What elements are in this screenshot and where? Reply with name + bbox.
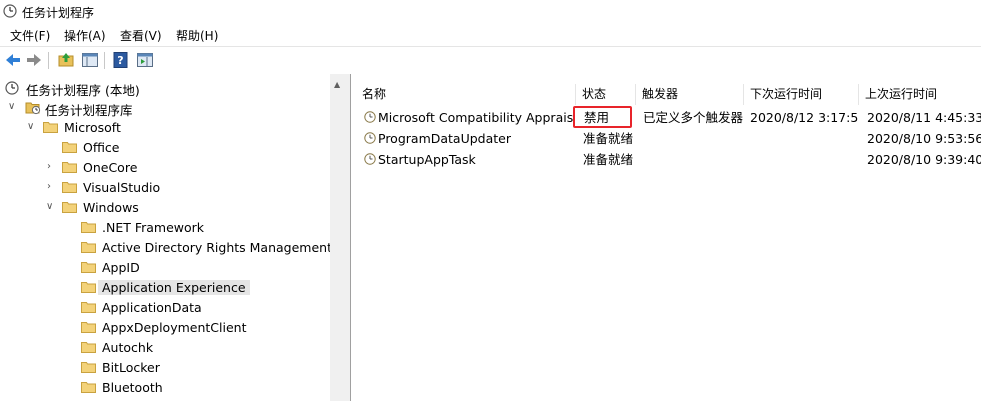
- window-title: 任务计划程序: [22, 6, 95, 20]
- folder-icon: [81, 362, 96, 373]
- help-icon[interactable]: ?: [112, 51, 130, 69]
- chevron-down-icon[interactable]: ∨: [27, 121, 37, 133]
- tree-item-onecore[interactable]: › OneCore: [0, 158, 330, 178]
- tree-item-child[interactable]: Active Directory Rights Management Se: [0, 238, 346, 258]
- task-list-header: 名称 状态 触发器 下次运行时间 上次运行时间: [356, 84, 981, 105]
- folder-icon: [81, 222, 96, 233]
- task-scheduler-clock-icon: [3, 4, 17, 18]
- tree-child-label: AppxDeploymentClient: [102, 320, 247, 335]
- folder-icon: [62, 162, 77, 173]
- title-bar: 任务计划程序: [0, 0, 981, 23]
- tree-item-library[interactable]: ∨ 任务计划程序库: [0, 98, 330, 118]
- chevron-right-icon[interactable]: ›: [47, 181, 57, 193]
- toolbar: ?: [0, 46, 981, 75]
- tree-item-visualstudio[interactable]: › VisualStudio: [0, 178, 330, 198]
- tree-child-label: Autochk: [102, 340, 154, 355]
- folder-icon: [62, 182, 77, 193]
- status-highlight-annotation: [573, 106, 632, 128]
- task-next-run: 2020/8/12 3:17:54: [750, 110, 858, 125]
- task-trigger: [643, 149, 743, 170]
- folder-icon: [62, 202, 77, 213]
- folder-icon: [81, 322, 96, 333]
- task-name: StartupAppTask: [378, 152, 476, 167]
- table-row[interactable]: ProgramDataUpdater 准备就绪 2020/8/10 9:53:5…: [356, 128, 981, 149]
- tree-microsoft-label: Microsoft: [64, 120, 121, 135]
- tree-child-label-selected: Application Experience: [98, 280, 250, 295]
- tree-item-windows[interactable]: ∨ Windows: [0, 198, 330, 218]
- menu-action[interactable]: 操作(A): [63, 27, 107, 44]
- tree-item-child[interactable]: .NET Framework: [0, 218, 330, 238]
- task-next-run: [750, 149, 858, 170]
- forward-arrow-icon[interactable]: [25, 51, 43, 69]
- clock-icon: [5, 81, 19, 95]
- task-status: 准备就绪: [583, 152, 634, 167]
- folder-icon: [43, 122, 58, 133]
- tree-child-label: .NET Framework: [102, 220, 205, 235]
- task-next-run: [750, 128, 858, 149]
- tree-item-microsoft[interactable]: ∨ Microsoft: [0, 118, 330, 138]
- folder-icon: [81, 302, 96, 313]
- tree-vertical-scrollbar[interactable]: ▲: [330, 74, 346, 401]
- folder-icon: [81, 282, 96, 293]
- back-arrow-icon[interactable]: [4, 51, 22, 69]
- up-folder-icon[interactable]: [57, 51, 75, 69]
- tree-onecore-label: OneCore: [83, 160, 138, 175]
- menu-help[interactable]: 帮助(H): [175, 27, 219, 44]
- folder-icon: [81, 382, 96, 393]
- show-hide-action-pane-icon[interactable]: [136, 51, 154, 69]
- chevron-down-icon[interactable]: ∨: [46, 201, 56, 213]
- table-row[interactable]: Microsoft Compatibility Appraiser 禁用 已定义…: [356, 107, 981, 128]
- tree-root-label: 任务计划程序 (本地): [26, 83, 140, 98]
- task-trigger: [643, 128, 743, 149]
- table-row[interactable]: StartupAppTask 准备就绪 2020/8/10 9:39:40: [356, 149, 981, 170]
- tree-visualstudio-label: VisualStudio: [83, 180, 161, 195]
- tree-child-label: AppID: [102, 260, 140, 275]
- task-clock-icon: [364, 111, 376, 123]
- column-header-next-run[interactable]: 下次运行时间: [744, 84, 859, 105]
- tree-item-root[interactable]: 任务计划程序 (本地): [0, 78, 330, 98]
- task-clock-icon: [364, 153, 376, 165]
- column-header-last-run[interactable]: 上次运行时间: [859, 84, 981, 105]
- tree-item-child[interactable]: Autochk: [0, 338, 330, 358]
- show-hide-console-tree-icon[interactable]: [81, 51, 99, 69]
- task-status: 准备就绪: [583, 131, 634, 146]
- task-last-run: 2020/8/10 9:39:40: [867, 152, 981, 167]
- tree-item-child[interactable]: AppID: [0, 258, 330, 278]
- task-trigger: 已定义多个触发器: [643, 110, 743, 125]
- tree-child-label: BitLocker: [102, 360, 160, 375]
- folder-icon: [81, 342, 96, 353]
- tree-child-label: Active Directory Rights Management Se: [102, 240, 347, 255]
- task-last-run: 2020/8/11 4:45:33: [867, 110, 981, 125]
- tree-item-child[interactable]: ApplicationData: [0, 298, 330, 318]
- tree-item-application-experience[interactable]: Application Experience: [0, 278, 330, 298]
- tree-library-label: 任务计划程序库: [45, 103, 133, 118]
- menu-view[interactable]: 查看(V): [119, 27, 163, 44]
- task-name: ProgramDataUpdater: [378, 131, 511, 146]
- folder-icon: [81, 262, 96, 273]
- folder-icon: [62, 142, 77, 153]
- chevron-right-icon[interactable]: ›: [47, 161, 57, 173]
- scroll-up-arrow-icon[interactable]: ▲: [334, 80, 340, 89]
- column-header-trigger[interactable]: 触发器: [636, 84, 744, 105]
- task-name: Microsoft Compatibility Appraiser: [378, 110, 574, 125]
- tree-item-child[interactable]: BitLocker: [0, 358, 330, 378]
- tree-child-label: ApplicationData: [102, 300, 202, 315]
- tree-office-label: Office: [83, 140, 120, 155]
- menu-file[interactable]: 文件(F): [9, 27, 51, 44]
- task-last-run: 2020/8/10 9:53:56: [867, 131, 981, 146]
- column-header-status[interactable]: 状态: [576, 84, 636, 105]
- folder-icon: [81, 242, 96, 253]
- tree-item-office[interactable]: Office: [0, 138, 330, 158]
- menu-bar: 文件(F) 操作(A) 查看(V) 帮助(H): [0, 24, 981, 46]
- tree-item-child[interactable]: Bluetooth: [0, 378, 330, 398]
- library-folder-clock-icon: [25, 102, 41, 115]
- svg-text:?: ?: [117, 54, 123, 67]
- tree-item-child[interactable]: AppxDeploymentClient: [0, 318, 330, 338]
- task-clock-icon: [364, 132, 376, 144]
- chevron-down-icon[interactable]: ∨: [8, 101, 18, 113]
- column-header-name[interactable]: 名称: [356, 84, 576, 105]
- tree-windows-label: Windows: [83, 200, 139, 215]
- console-tree: 任务计划程序 (本地) ∨ 任务计划程序库 ∨ Microsoft Office…: [0, 74, 347, 401]
- tree-child-label: Bluetooth: [102, 380, 163, 395]
